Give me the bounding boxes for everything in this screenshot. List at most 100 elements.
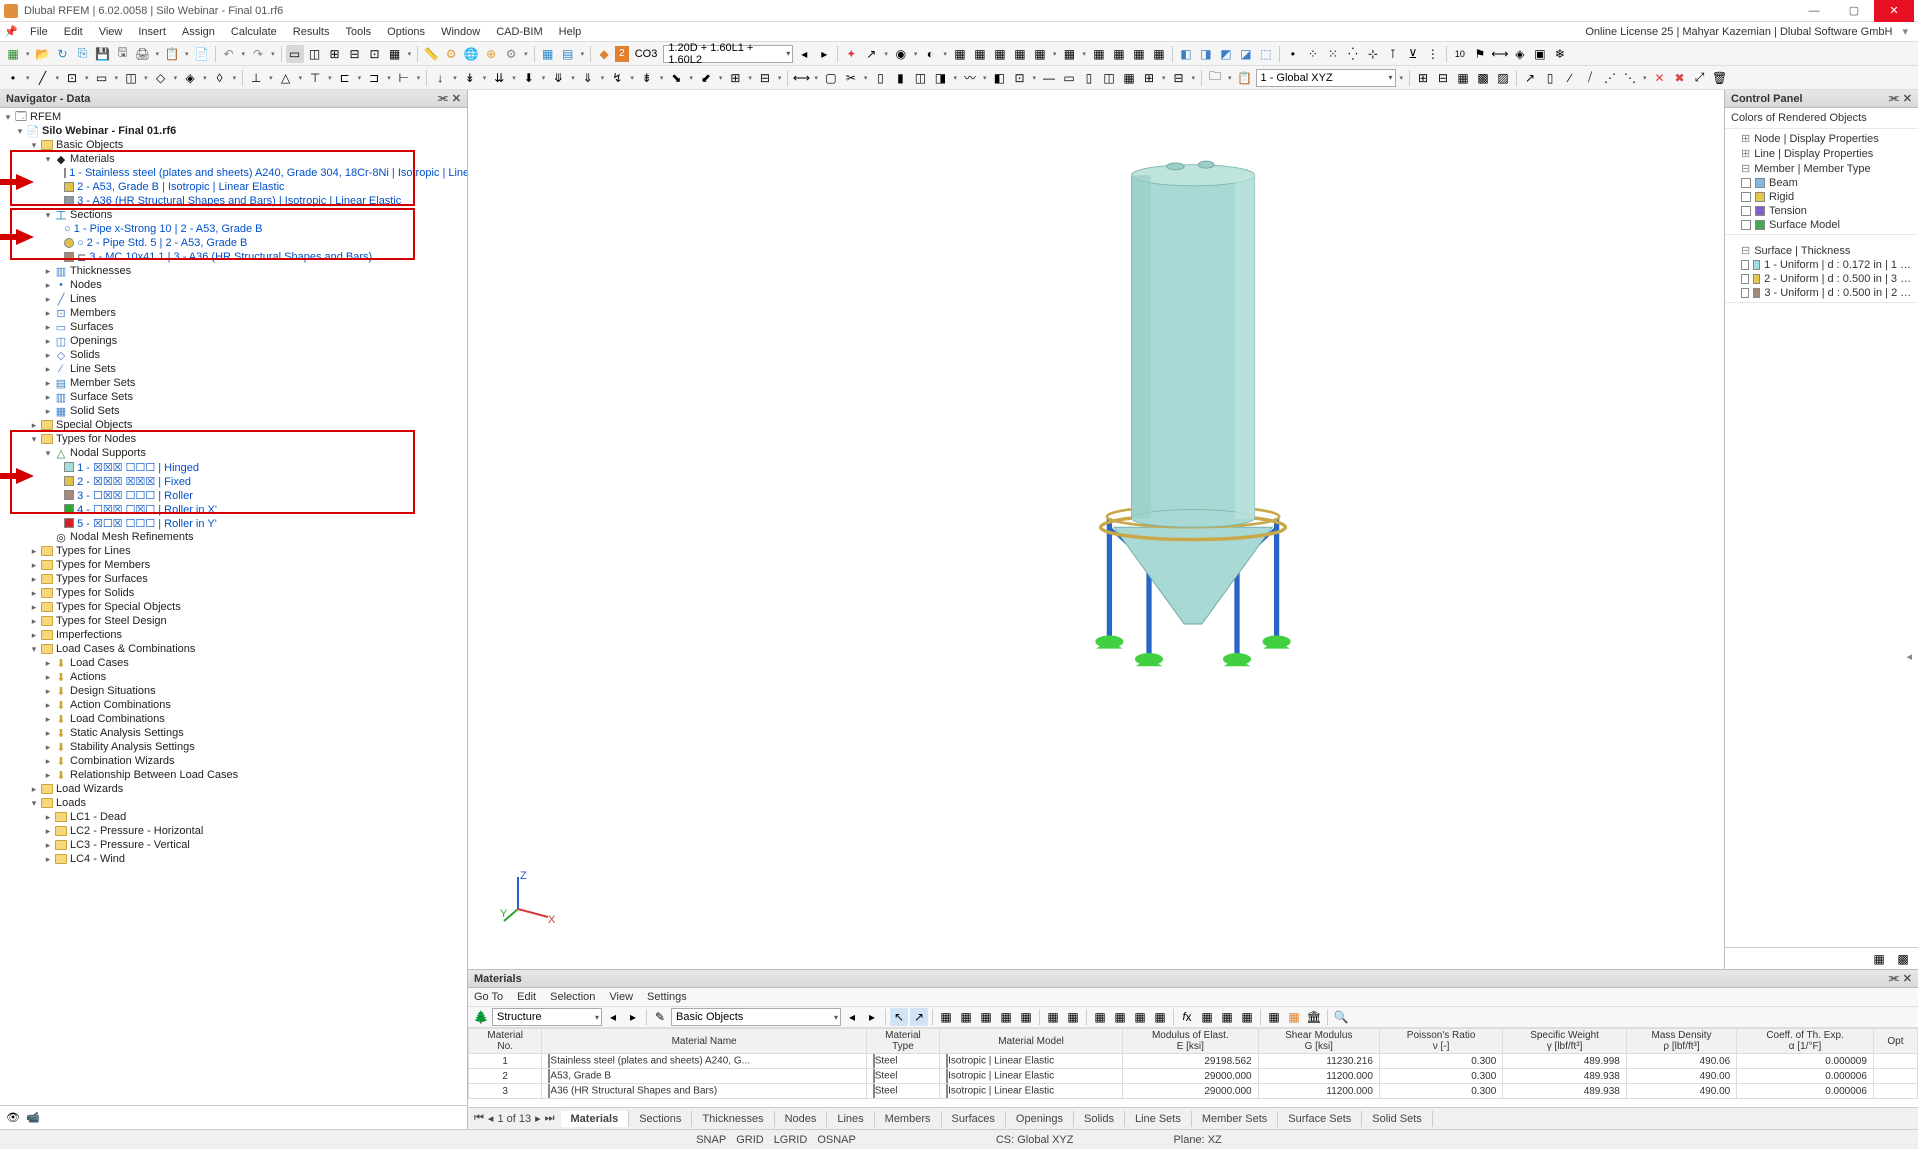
t2-b5-icon[interactable]: ⊞ (1140, 69, 1158, 87)
mat-next-icon[interactable]: ▸ (624, 1008, 642, 1026)
tab-members[interactable]: Members (875, 1111, 942, 1127)
tree-support-item[interactable]: 1 - ☒☒☒ ☐☐☐ | Hinged (0, 460, 467, 474)
node3-icon[interactable]: ⁙ (1324, 45, 1342, 63)
cube5-icon[interactable]: ⬚ (1257, 45, 1275, 63)
t2-e2-icon[interactable]: ▯ (1541, 69, 1559, 87)
dd[interactable]: ▾ (941, 48, 949, 60)
coord-system-select[interactable]: 1 - Global XYZ (1256, 69, 1396, 87)
mat-t18-icon[interactable]: ▦ (1285, 1008, 1303, 1026)
node7-icon[interactable]: ⊻ (1404, 45, 1422, 63)
camera-icon[interactable]: 📹 (26, 1111, 40, 1124)
tree-item[interactable]: ▸◫Openings (0, 334, 467, 348)
t2-b6-icon[interactable]: ⊟ (1170, 69, 1188, 87)
tree-item[interactable]: ▸⬇Combination Wizards (0, 754, 467, 768)
tree-support-item[interactable]: 3 - ☐☒☒ ☐☐☐ | Roller (0, 488, 467, 502)
t2-b4-icon[interactable]: ▦ (1120, 69, 1138, 87)
table-header[interactable]: MaterialNo. (469, 1029, 542, 1054)
menu-assign[interactable]: Assign (174, 24, 223, 40)
menu-cadbim[interactable]: CAD-BIM (488, 24, 550, 40)
t2-b2-icon[interactable]: ▯ (1080, 69, 1098, 87)
load-combo-select[interactable]: 1.20D + 1.60L1 + 1.60L2 (663, 45, 793, 63)
tab-member-sets[interactable]: Member Sets (1192, 1111, 1278, 1127)
dd[interactable]: ▾ (406, 48, 414, 60)
s9-icon[interactable]: ▦ (1031, 45, 1049, 63)
tree-types-nodes[interactable]: Types for Nodes (56, 433, 136, 445)
tab-sections[interactable]: Sections (629, 1111, 692, 1127)
tree-item[interactable]: ▸╱Lines (0, 292, 467, 306)
t2-6-icon[interactable]: ◇ (152, 69, 170, 87)
tree-item[interactable]: ▸LC4 - Wind (0, 852, 467, 866)
tab-lines[interactable]: Lines (827, 1111, 874, 1127)
dd[interactable]: ▾ (183, 48, 191, 60)
dd[interactable]: ▾ (1051, 48, 1059, 60)
view5-icon[interactable]: ⊡ (366, 45, 384, 63)
menu-view[interactable]: View (91, 24, 131, 40)
cube1-icon[interactable]: ◧ (1177, 45, 1195, 63)
s6-icon[interactable]: ▦ (971, 45, 989, 63)
t2-r2-icon[interactable]: ⊟ (1434, 69, 1452, 87)
maximize-button[interactable]: ▢ (1834, 0, 1874, 22)
cube-icon[interactable]: ▣ (1531, 45, 1549, 63)
tree-item[interactable]: ▸Types for Surfaces (0, 572, 467, 586)
cp-b2-icon[interactable]: ▩ (1894, 950, 1912, 968)
mat-t8-icon[interactable]: ▦ (1044, 1008, 1062, 1026)
cp-surface-thickness[interactable]: Surface | Thickness (1754, 245, 1850, 257)
t2-15-icon[interactable]: ↓ (431, 69, 449, 87)
nav-icon[interactable]: ⊕ (482, 45, 500, 63)
menu-help[interactable]: Help (551, 24, 590, 40)
table-header[interactable]: Coeff. of Th. Exp.α [1/°F] (1737, 1029, 1874, 1054)
pager-last-icon[interactable]: ⏭ (545, 1112, 555, 1125)
t2-17-icon[interactable]: ⇊ (490, 69, 508, 87)
view-icon[interactable]: ▭ (286, 45, 304, 63)
panel-pin-icon[interactable]: ⫘ (438, 92, 448, 105)
cp-member-item[interactable]: Tension (1729, 204, 1914, 218)
s8-icon[interactable]: ▦ (1011, 45, 1029, 63)
mat-t4-icon[interactable]: ▦ (957, 1008, 975, 1026)
t2-12-icon[interactable]: ⊏ (336, 69, 354, 87)
mat-menu-edit[interactable]: Edit (517, 991, 536, 1003)
pin-icon[interactable]: 📌 (4, 25, 18, 39)
t2-m1-icon[interactable]: ▯ (871, 69, 889, 87)
dim-icon[interactable]: ⟷ (1491, 45, 1509, 63)
table-icon[interactable]: ▦ (539, 45, 557, 63)
tree-item[interactable]: ▸Types for Lines (0, 544, 467, 558)
cube4-icon[interactable]: ◪ (1237, 45, 1255, 63)
cp-thickness-item[interactable]: 1 - Uniform | d : 0.172 in | 1 - Stainle… (1729, 258, 1914, 272)
t2-clip-icon[interactable]: 🗀 (1206, 69, 1224, 87)
new-icon[interactable]: ▦ (4, 45, 22, 63)
mat-pin-icon[interactable]: ⫘ (1889, 972, 1899, 985)
node6-icon[interactable]: ⊺ (1384, 45, 1402, 63)
globe-icon[interactable]: 🌐 (462, 45, 480, 63)
node1-icon[interactable]: • (1284, 45, 1302, 63)
cp-close-icon[interactable]: ✕ (1903, 92, 1912, 105)
mat-t7-icon[interactable]: ▦ (1017, 1008, 1035, 1026)
ten-icon[interactable]: 10 (1451, 45, 1469, 63)
color-icon[interactable]: ◆ (595, 45, 613, 63)
dd[interactable]: ▾ (522, 48, 530, 60)
tree-support-item[interactable]: 5 - ☒☐☒ ☐☐☐ | Roller in Y' (0, 516, 467, 530)
t2-22-icon[interactable]: ⇟ (638, 69, 656, 87)
table-header[interactable]: MaterialType (866, 1029, 939, 1054)
results-icon[interactable]: ▤ (559, 45, 577, 63)
tree-lcc[interactable]: Load Cases & Combinations (56, 643, 195, 655)
cp-thickness-item[interactable]: 3 - Uniform | d : 0.500 in | 2 - A53, Gr… (1729, 286, 1914, 300)
tab-materials[interactable]: Materials (561, 1111, 630, 1127)
mat-menu-settings[interactable]: Settings (647, 991, 687, 1003)
mat-basic-select[interactable]: Basic Objects (671, 1008, 841, 1026)
cp-member-item[interactable]: Rigid (1729, 190, 1914, 204)
s14-icon[interactable]: ▦ (1150, 45, 1168, 63)
t2-e5-icon[interactable]: ⋰ (1601, 69, 1619, 87)
dd[interactable]: ▾ (24, 48, 32, 60)
menu-window[interactable]: Window (433, 24, 488, 40)
eye-icon[interactable]: 👁 (6, 1111, 20, 1124)
mat-t5-icon[interactable]: ▦ (977, 1008, 995, 1026)
tree-item[interactable]: ▸⬇Actions (0, 670, 467, 684)
tree-item[interactable]: ▸⬇Design Situations (0, 684, 467, 698)
t2-r4-icon[interactable]: ▩ (1474, 69, 1492, 87)
dd[interactable]: ▾ (912, 48, 920, 60)
node2-icon[interactable]: ⁘ (1304, 45, 1322, 63)
table-header[interactable]: Mass Densityρ [lbf/ft³] (1626, 1029, 1736, 1054)
tree-item[interactable]: ▸LC1 - Dead (0, 810, 467, 824)
copy-icon[interactable]: 📋 (163, 45, 181, 63)
gear-icon[interactable]: ⚙ (442, 45, 460, 63)
